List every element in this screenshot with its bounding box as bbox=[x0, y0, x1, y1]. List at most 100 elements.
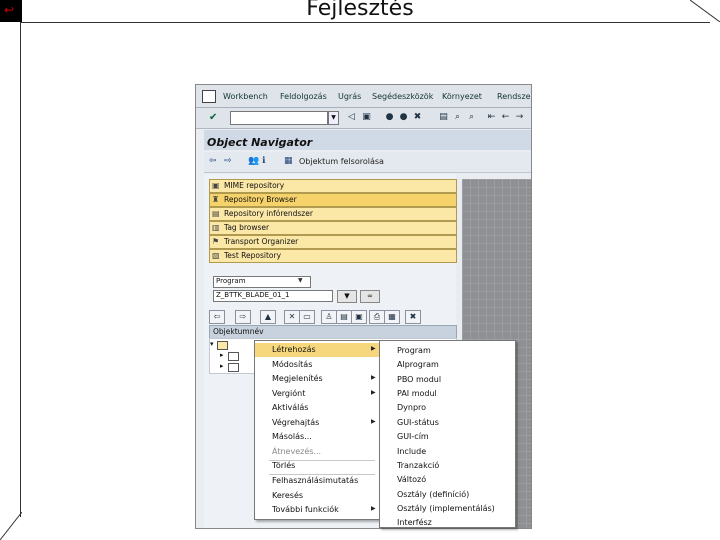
standard-toolbar: ✔ ▼ ◁ ▣ ● ● ✖ ▤ ⌕ ⌕ ⇤ ← → bbox=[196, 108, 531, 129]
menu-segedeszkozok[interactable]: Segédeszközök bbox=[372, 92, 433, 101]
find-next-icon[interactable]: ⌕ bbox=[466, 112, 477, 123]
menu-item-masolas[interactable]: Másolás... bbox=[255, 430, 380, 444]
arrow-left-icon[interactable]: ⇦ bbox=[209, 156, 217, 166]
submenu-item-include[interactable]: Include bbox=[397, 447, 426, 456]
caret-down-icon[interactable]: ▾ bbox=[210, 340, 214, 348]
menu-ugras[interactable]: Ugrás bbox=[338, 92, 361, 101]
chevron-down-icon[interactable]: ▼ bbox=[298, 277, 303, 284]
command-field[interactable] bbox=[230, 111, 328, 125]
find-icon[interactable]: ⌕ bbox=[452, 112, 463, 123]
command-history-dropdown[interactable]: ▼ bbox=[328, 111, 339, 125]
menu-item-letrehozas[interactable]: Létrehozás ▶ bbox=[255, 343, 380, 357]
submenu-item-dynpro[interactable]: Dynpro bbox=[397, 403, 426, 412]
tree-back-icon[interactable]: ⇦ bbox=[209, 310, 225, 324]
caret-right-icon[interactable]: ▸ bbox=[220, 351, 224, 359]
submenu-item-interfesz[interactable]: Interfész bbox=[397, 518, 432, 527]
tree-toolbar: ⇦ ⇨ ▲ ✕ ▭ ♙ ▤ ▣ ⎙ ▦ ✖ bbox=[209, 307, 455, 325]
menu-item-aktivalas[interactable]: Aktiválás bbox=[255, 401, 380, 415]
folder-icon bbox=[228, 363, 239, 372]
tree-up-icon[interactable]: ▲ bbox=[260, 310, 276, 324]
menu-item-vegrehajtas[interactable]: Végrehajtás ▶ bbox=[255, 416, 380, 430]
submenu-item-pai-modul[interactable]: PAI modul bbox=[397, 389, 437, 398]
tree-column-header: Objektumnév bbox=[209, 325, 457, 339]
tree-collapse-icon[interactable]: ✕ bbox=[284, 310, 300, 324]
page-title: Object Navigator bbox=[207, 136, 313, 149]
repository-browser-button[interactable]: ♜ Repository Browser bbox=[209, 193, 457, 207]
submenu-item-program[interactable]: Program bbox=[397, 346, 431, 355]
next-page-icon[interactable]: → bbox=[514, 112, 525, 123]
caret-right-icon[interactable]: ▸ bbox=[220, 362, 224, 370]
object-type-select[interactable]: Program bbox=[213, 276, 311, 288]
submenu-item-gui-cim[interactable]: GUI-cím bbox=[397, 432, 429, 441]
tree-close-icon[interactable]: ✖ bbox=[405, 310, 421, 324]
submenu-item-gui-status[interactable]: GUI-státus bbox=[397, 418, 439, 427]
submenu-item-osztaly-implementalas[interactable]: Osztály (implementálás) bbox=[397, 504, 495, 513]
menu-item-torles[interactable]: Törlés bbox=[255, 459, 380, 473]
prev-page-icon[interactable]: ← bbox=[500, 112, 511, 123]
tree-filter-icon[interactable]: ▤ bbox=[336, 310, 352, 324]
slide-corner-diagonal bbox=[690, 0, 720, 22]
tree-refresh-icon[interactable]: ▣ bbox=[351, 310, 367, 324]
submenu-item-valtozo[interactable]: Változó bbox=[397, 475, 426, 484]
exit-icon[interactable]: ● bbox=[398, 112, 409, 123]
menu-item-atnevezes[interactable]: Átnevezés... bbox=[255, 445, 380, 459]
transport-organizer-button[interactable]: ⚑ Transport Organizer bbox=[209, 235, 457, 249]
test-repository-button[interactable]: ▧ Test Repository bbox=[209, 249, 457, 263]
slide-title: Fejlesztés bbox=[306, 0, 414, 21]
submenu-arrow-icon: ▶ bbox=[371, 389, 376, 396]
submenu-arrow-icon: ▶ bbox=[371, 374, 376, 381]
tree-settings-icon[interactable]: ▦ bbox=[384, 310, 400, 324]
back-icon[interactable]: ◁ bbox=[346, 112, 357, 123]
tree-print-icon[interactable]: ⎙ bbox=[369, 310, 385, 324]
tree-display-icon[interactable]: ▭ bbox=[299, 310, 315, 324]
arrow-right-icon[interactable]: ⇨ bbox=[224, 156, 232, 166]
menu-workbench[interactable]: Workbench bbox=[223, 92, 268, 101]
display-dropdown-button[interactable]: ▼ bbox=[337, 290, 357, 303]
submenu-item-tranzakcio[interactable]: Tranzakció bbox=[397, 461, 439, 470]
object-name-field[interactable]: Z_BTTK_BLADE_01_1 bbox=[213, 290, 333, 302]
submenu-item-pbo-modul[interactable]: PBO modul bbox=[397, 375, 441, 384]
object-list-icon[interactable]: ▦ bbox=[284, 156, 293, 166]
first-page-icon[interactable]: ⇤ bbox=[486, 112, 497, 123]
context-menu: Létrehozás ▶ Módosítás Megjelenítés ▶ Verg… bbox=[254, 340, 381, 520]
folder-icon bbox=[228, 352, 239, 361]
menu-bar: Workbench Feldolgozás Ugrás Segédeszközö… bbox=[196, 85, 531, 108]
submenu-item-osztaly-definicio[interactable]: Osztály (definíció) bbox=[397, 490, 469, 499]
tree-hierarchy-icon[interactable]: ♙ bbox=[321, 310, 337, 324]
cancel-icon[interactable]: ✖ bbox=[412, 112, 423, 123]
transport-icon: ⚑ bbox=[212, 237, 220, 246]
tree-forward-icon[interactable]: ⇨ bbox=[235, 310, 251, 324]
menu-kornyezet[interactable]: Környezet bbox=[442, 92, 482, 101]
info-icon[interactable]: ℹ bbox=[262, 156, 265, 166]
object-list-button-label[interactable]: Objektum felsorolása bbox=[299, 157, 384, 166]
menu-item-verziok[interactable]: Vergiónt ▶ bbox=[255, 387, 380, 401]
save-icon[interactable]: ▣ bbox=[361, 112, 372, 123]
enter-icon[interactable]: ✔ bbox=[209, 112, 217, 123]
menu-item-modositas[interactable]: Módosítás bbox=[255, 358, 380, 372]
repository-icon: ♜ bbox=[212, 195, 220, 204]
infosystem-icon: ▤ bbox=[212, 209, 220, 218]
menu-rendszer[interactable]: Rendszer bbox=[497, 92, 531, 101]
menu-item-megjelenites[interactable]: Megjelenítés ▶ bbox=[255, 372, 380, 386]
submenu-item-alprogram[interactable]: Alprogram bbox=[397, 360, 439, 369]
test-icon: ▧ bbox=[212, 251, 220, 260]
submenu-arrow-icon: ▶ bbox=[371, 418, 376, 425]
glasses-icon[interactable]: ∞ bbox=[360, 290, 380, 303]
menu-feldolgozas[interactable]: Feldolgozás bbox=[280, 92, 327, 101]
create-submenu: Program Alprogram PBO modul PAI modul Dy… bbox=[379, 340, 516, 528]
repository-infosystem-button[interactable]: ▤ Repository infórendszer bbox=[209, 207, 457, 221]
tag-icon: ▥ bbox=[212, 223, 220, 232]
users-icon[interactable]: 👥 bbox=[248, 156, 259, 166]
menu-item-kereses[interactable]: Keresés bbox=[255, 489, 380, 503]
tag-browser-button[interactable]: ▥ Tag browser bbox=[209, 221, 457, 235]
print-icon[interactable]: ▤ bbox=[438, 112, 449, 123]
menu-item-felhasznalasi-mutatas[interactable]: Felhasználásimutatás bbox=[255, 474, 380, 488]
slide-corner-diagonal-bottom bbox=[0, 512, 22, 540]
mime-repository-button[interactable]: ▣ MIME repository bbox=[209, 179, 457, 193]
back-green-icon[interactable]: ● bbox=[384, 112, 395, 123]
submenu-arrow-icon: ▶ bbox=[371, 505, 376, 512]
slide-frame-left bbox=[20, 22, 21, 517]
system-menu-icon[interactable] bbox=[202, 90, 216, 103]
submenu-arrow-icon: ▶ bbox=[371, 345, 376, 352]
menu-item-tovabbi-funkciok[interactable]: További funkciók ▶ bbox=[255, 503, 380, 517]
